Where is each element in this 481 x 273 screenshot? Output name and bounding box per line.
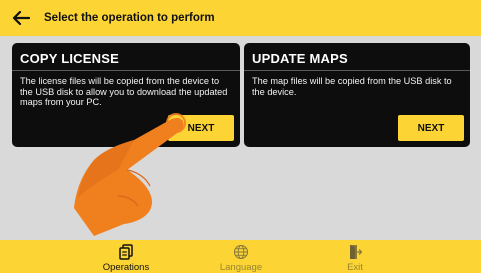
copy-license-card: COPY LICENSE The license files will be c…: [12, 43, 240, 147]
card-description: The map files will be copied from the US…: [252, 76, 452, 97]
screen: Select the operation to perform COPY LIC…: [0, 0, 481, 273]
nav-item-language[interactable]: Language: [196, 240, 286, 273]
exit-door-icon: [348, 243, 362, 260]
arrow-left-icon: [12, 10, 30, 26]
update-maps-next-button[interactable]: NEXT: [398, 115, 464, 141]
card-divider: [12, 70, 240, 71]
nav-label: Exit: [347, 262, 363, 273]
globe-icon: [233, 243, 249, 260]
bottom-navigation: Operations Language Exit: [0, 240, 481, 273]
page-title: Select the operation to perform: [44, 12, 215, 24]
card-divider: [244, 70, 470, 71]
nav-item-exit[interactable]: Exit: [310, 240, 400, 273]
back-button[interactable]: [10, 7, 32, 29]
nav-label: Operations: [102, 262, 150, 273]
card-description: The license files will be copied from th…: [20, 76, 228, 108]
nav-label: Language: [219, 262, 263, 273]
document-copy-icon: [119, 243, 133, 260]
update-maps-card: UPDATE MAPS The map files will be copied…: [244, 43, 470, 147]
card-title: COPY LICENSE: [20, 51, 119, 66]
card-title: UPDATE MAPS: [252, 51, 348, 66]
header-bar: Select the operation to perform: [0, 0, 481, 36]
nav-item-operations[interactable]: Operations: [81, 240, 171, 273]
copy-license-next-button[interactable]: NEXT: [168, 115, 234, 141]
